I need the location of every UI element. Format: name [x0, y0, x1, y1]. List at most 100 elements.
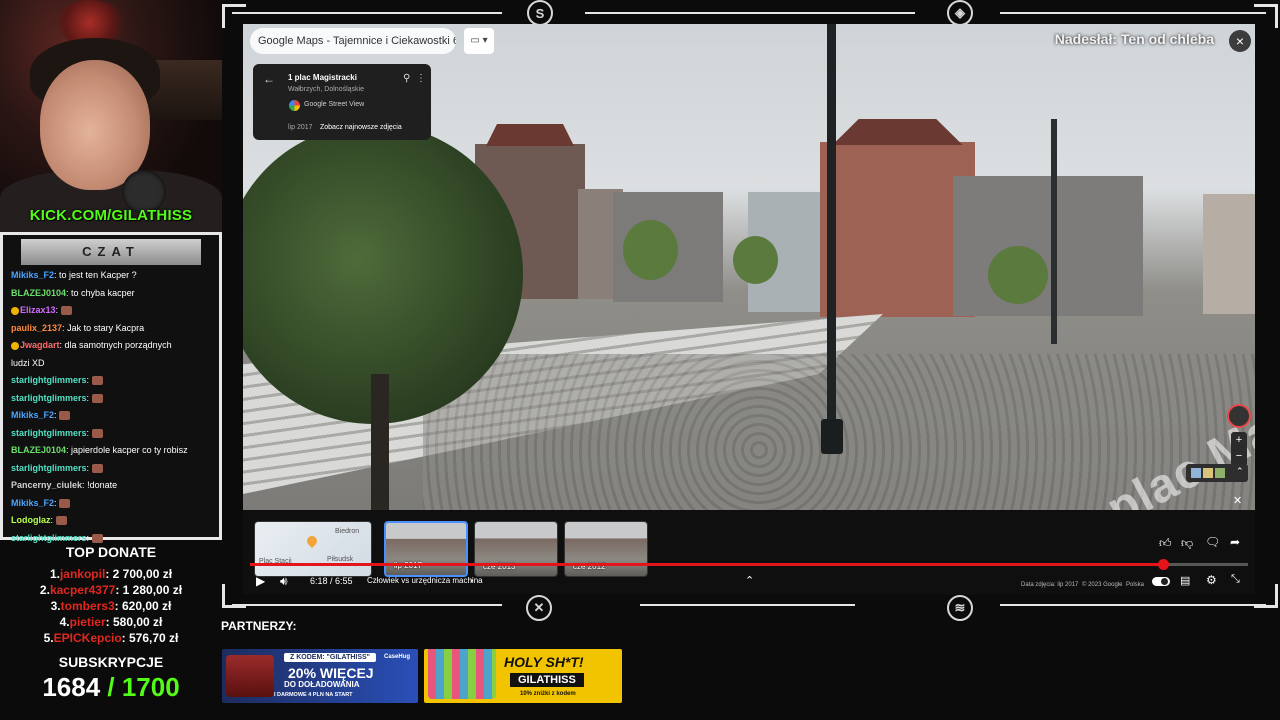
dislike-icon[interactable]: 👎︎	[1181, 536, 1193, 551]
target-logo-icon: ◈	[947, 0, 973, 26]
casehug-logo: CaseHug	[384, 654, 411, 660]
comment-icon[interactable]: 🗨︎	[1205, 535, 1220, 549]
chat-message: Mikiks_F2:	[11, 407, 219, 425]
building	[1203, 194, 1255, 314]
frame-corner-tr	[1254, 4, 1278, 28]
chat-username[interactable]: Jwagdart	[20, 340, 60, 350]
map-label: Biedron	[335, 528, 360, 535]
frame-top-left-line	[232, 12, 502, 14]
source-label: Google Street View	[304, 101, 365, 108]
play-icon[interactable]: ▶	[256, 574, 265, 588]
chat-username[interactable]: starlightglimmers	[11, 428, 87, 438]
donate-amount: 1 280,00 zł	[122, 583, 183, 597]
view-mode-button[interactable]: ▭ ▾	[464, 28, 494, 54]
donate-rank: 1.	[49, 567, 60, 581]
close-icon[interactable]: ×	[1229, 30, 1251, 52]
browser-tab-pill[interactable]: Google Maps - Tajemnice i Ciekawostki 67	[250, 28, 456, 54]
subtitles-icon[interactable]: ▤	[1180, 574, 1190, 587]
video-progress-bar[interactable]	[250, 559, 1248, 570]
building-roof	[486, 124, 574, 146]
volume-icon[interactable]: 🔊︎	[280, 574, 288, 589]
fullscreen-exit-icon[interactable]: ⤡	[1231, 573, 1240, 586]
chat-messages: Mikiks_F2: to jest ten Kacper ? BLAZEJ010…	[3, 265, 219, 547]
back-arrow-icon[interactable]: ←	[263, 72, 275, 86]
chat-username[interactable]: BLAZEJ0104	[11, 445, 66, 455]
tree	[988, 246, 1048, 304]
video-chapter[interactable]: Człowiek vs urzędnicza machina	[367, 576, 483, 585]
zoom-out-button[interactable]: −	[1231, 448, 1247, 464]
more-options-icon[interactable]: ⋮	[416, 73, 426, 84]
chat-emote-icon	[60, 306, 72, 316]
chat-emote-icon	[55, 516, 67, 526]
expand-chevron-icon[interactable]: ⌃	[745, 574, 754, 587]
zoom-in-button[interactable]: +	[1231, 432, 1247, 448]
autoplay-toggle[interactable]	[1152, 577, 1170, 586]
holy-code: GILATHISS	[510, 673, 584, 687]
chat-username[interactable]: BLAZEJ0104	[11, 288, 66, 298]
chat-username[interactable]: Mikiks_F2	[11, 270, 54, 280]
casehug-banner[interactable]: Z KODEM: "GILATHISS" CaseHug 20% WIĘCEJ …	[222, 649, 418, 703]
chat-panel: CZAT Mikiks_F2: to jest ten Kacper ? BLAZ…	[0, 232, 222, 543]
chat-text: japierdole kacper co ty robisz	[71, 445, 188, 455]
like-icon[interactable]: 👍︎	[1159, 536, 1172, 551]
promo-headline: 20% WIĘCEJ	[288, 665, 374, 681]
chapter-chevron-icon[interactable]: ›	[470, 575, 473, 585]
subs-current: 1684	[42, 672, 101, 702]
chat-username[interactable]: Lodoglaz	[11, 515, 51, 525]
sponsor-logo-icon: S	[527, 0, 553, 26]
settings-gear-icon[interactable]: ⚙	[1206, 573, 1217, 587]
close-icon[interactable]: ✕	[1233, 494, 1242, 507]
chat-emote-icon	[91, 376, 103, 386]
donate-rank: 5.	[43, 631, 54, 645]
chat-username[interactable]: starlightglimmers	[11, 463, 87, 473]
top-donate-title: TOP DONATE	[65, 544, 157, 560]
building-roof	[832, 119, 963, 145]
location-pin-icon[interactable]: ⚲	[403, 73, 410, 84]
donate-amount: 620,00 zł	[122, 599, 172, 613]
share-icon[interactable]: ➦	[1230, 535, 1240, 549]
chat-emote-icon	[91, 533, 103, 543]
chat-username[interactable]: paulix_2137	[11, 323, 62, 333]
capture-date[interactable]: lip 2017	[288, 124, 313, 131]
chat-username[interactable]: starlightglimmers	[11, 375, 87, 385]
image-date: Data zdjęcia: lip 2017	[1021, 582, 1079, 588]
chat-username[interactable]: Mikiks_F2	[11, 498, 54, 508]
chat-message: Mikiks_F2:	[11, 495, 219, 513]
donor-name: kacper4377	[49, 583, 116, 597]
chat-emote-icon	[59, 498, 71, 508]
donor-name: pietier	[69, 615, 106, 629]
background-shelf	[150, 60, 222, 120]
chat-username[interactable]: starlightglimmers	[11, 393, 87, 403]
chat-message: Jwagdart: dla samotnych porządnych	[11, 337, 219, 355]
treasure-chest-icon	[226, 655, 274, 697]
chevron-up-icon[interactable]: ⌃	[1236, 466, 1244, 477]
chat-username[interactable]: Pancerny_ciulek	[11, 480, 82, 490]
newest-photos-link[interactable]: Zobacz najnowsze zdjęcia	[320, 124, 402, 131]
holy-discount: 10% zniżki z kodem	[520, 691, 576, 697]
chat-emote-icon	[91, 463, 103, 473]
chat-message: Lodoglaz:	[11, 512, 219, 530]
frame-bottom-mid-line	[640, 604, 855, 606]
chat-title: CZAT	[21, 239, 201, 265]
wave-logo-icon: ≋	[947, 595, 973, 621]
compass-icon[interactable]	[1227, 404, 1251, 428]
timeline-thumbnail[interactable]: cze 2013	[474, 521, 558, 577]
chat-text: Jak to stary Kacpra	[67, 322, 145, 333]
chat-message: Elizax13:	[11, 302, 219, 320]
location-info-card: ← 1 plac Magistracki Wałbrzych, Dolnoślą…	[253, 64, 431, 140]
holy-banner[interactable]: HOLY SH*T! GILATHISS 10% zniżki z kodem	[424, 649, 622, 703]
copyright: © 2023 Google	[1082, 582, 1123, 588]
chat-username[interactable]: starlightglimmers	[11, 533, 87, 543]
chat-username[interactable]: Mikiks_F2	[11, 410, 54, 420]
donate-entry: 5.EPICKepcio: 576,70 zł	[43, 631, 179, 645]
promo-code: Z KODEM: "GILATHISS"	[284, 653, 377, 662]
streamer-face	[40, 60, 150, 190]
timeline-thumbnail[interactable]: lip 2017	[384, 521, 468, 577]
zoom-control[interactable]: + −	[1231, 432, 1247, 466]
map-thumbnail[interactable]: Biedron Piłsudsk Plac Stacji	[254, 521, 372, 577]
chat-emote-icon	[91, 428, 103, 438]
chat-username[interactable]: Elizax13	[20, 305, 56, 315]
layer-thumb	[1215, 468, 1225, 478]
timeline-thumbnail[interactable]: cze 2012	[564, 521, 648, 577]
layers-toggle[interactable]: ⌃	[1186, 464, 1248, 482]
